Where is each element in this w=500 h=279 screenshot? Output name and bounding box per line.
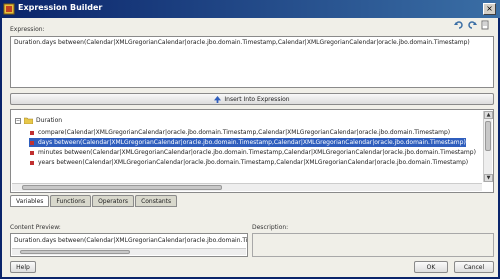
tree-content: − Duration compare(Calendar|XMLGregorian… [15,116,481,182]
tree-item-years-between[interactable]: years between(Calendar|XMLGregorianCalen… [29,158,468,167]
tree-hscroll-thumb[interactable] [22,185,222,190]
preview-scroll-thumb[interactable] [20,250,130,254]
content-preview-label: Content Preview: [10,224,61,231]
scroll-up-arrow[interactable]: ▲ [484,111,493,119]
expression-textarea[interactable]: Duration.days between(Calendar|XMLGregor… [10,36,494,88]
tree-item-compare[interactable]: compare(Calendar|XMLGregorianCalendar|or… [29,128,450,137]
tree-item-label: compare(Calendar|XMLGregorianCalendar|or… [38,129,451,136]
close-button[interactable]: × [483,3,496,15]
tab-operators[interactable]: Operators [92,195,135,207]
app-icon [3,3,15,15]
expression-builder-window: Expression Builder × Expression: Duratio… [0,0,500,279]
cancel-button[interactable]: Cancel [454,261,494,273]
folder-icon [24,117,33,124]
method-icon [30,140,34,145]
help-button[interactable]: Help [10,261,36,273]
tree-item-label: days between(Calendar|XMLGregorianCalend… [38,139,466,146]
method-icon [30,130,34,135]
tab-variables[interactable]: Variables [10,195,50,207]
description-label: Description: [252,224,289,231]
tree-node-label: Duration [36,117,63,124]
tab-constants[interactable]: Constants [135,195,178,207]
tree-node-duration[interactable]: − Duration [15,116,62,125]
tab-functions[interactable]: Functions [50,195,92,207]
tree-item-minutes-between[interactable]: minutes between(Calendar|XMLGregorianCal… [29,148,476,157]
function-tree[interactable]: − Duration compare(Calendar|XMLGregorian… [10,109,494,193]
description-field [252,233,494,257]
method-icon [30,160,34,165]
title-bar[interactable]: Expression Builder × [0,0,500,18]
ok-button[interactable]: OK [414,261,448,273]
tree-item-label: minutes between(Calendar|XMLGregorianCal… [38,149,476,156]
tree-horizontal-scrollbar[interactable] [12,183,482,191]
insert-button-label: Insert Into Expression [224,95,290,103]
preview-horizontal-scrollbar[interactable] [12,248,246,255]
dialog-body: Expression: Duration.days between(Calend… [2,18,498,277]
tree-vertical-scrollbar[interactable]: ▲ ▼ [483,111,493,182]
content-preview-text: Duration.days between(Calendar|XMLGregor… [14,237,248,244]
undo-icon[interactable] [454,20,464,30]
tree-item-days-between[interactable]: days between(Calendar|XMLGregorianCalend… [29,138,466,147]
tab-bar: Variables Functions Operators Constants [10,195,178,207]
insert-into-expression-button[interactable]: Insert Into Expression [10,93,494,105]
up-arrow-icon [214,95,222,103]
expression-toolbar [454,20,490,30]
scroll-down-arrow[interactable]: ▼ [484,174,493,182]
tree-scroll-thumb[interactable] [485,121,491,151]
expression-label: Expression: [10,26,45,33]
method-icon [30,150,34,155]
tree-item-label: years between(Calendar|XMLGregorianCalen… [38,159,469,166]
collapse-toggle[interactable]: − [15,117,21,124]
clear-icon[interactable] [480,20,490,30]
redo-icon[interactable] [467,20,477,30]
content-preview-field[interactable]: Duration.days between(Calendar|XMLGregor… [10,233,248,257]
window-title: Expression Builder [18,3,103,12]
